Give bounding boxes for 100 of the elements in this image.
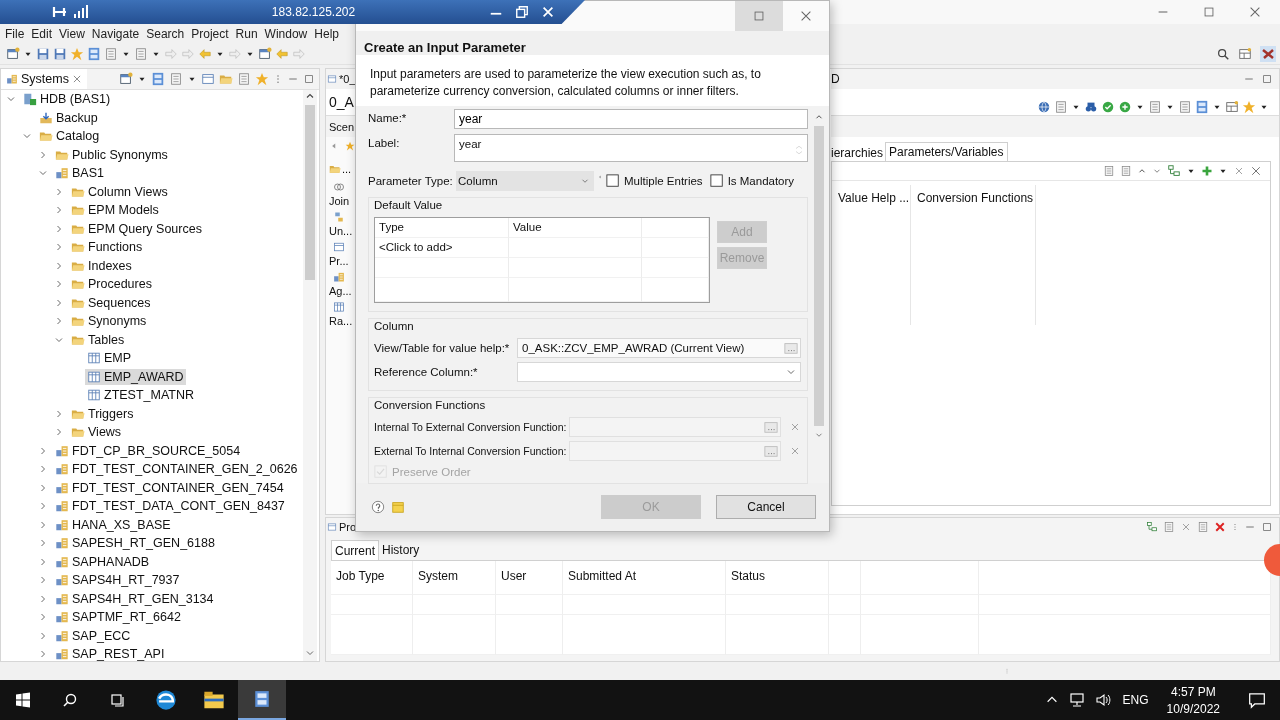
start-icon[interactable] [15, 692, 31, 708]
binoculars-icon[interactable] [1084, 100, 1098, 114]
tree-item[interactable]: EPM Query Sources [69, 220, 204, 237]
tree-item[interactable]: EPM Models [69, 202, 161, 219]
help-icon[interactable] [371, 500, 385, 514]
parameter-type-dropdown[interactable]: Column [456, 171, 594, 191]
palette-item[interactable]: Un... [329, 225, 353, 237]
clear-icon[interactable] [789, 445, 801, 457]
tree-item[interactable]: EMP_AWARD [85, 368, 186, 385]
column-header[interactable]: Conversion Functions [911, 185, 1036, 325]
tree-item[interactable]: FDT_CP_BR_SOURCE_5054 [53, 442, 243, 459]
menu-item[interactable]: File [5, 27, 25, 41]
tree-item[interactable]: SAPHANADB [53, 553, 152, 570]
checkbox[interactable] [606, 174, 620, 188]
tree-item[interactable]: Column Views [69, 183, 170, 200]
add-icon[interactable] [1201, 165, 1213, 177]
tree-item[interactable]: SAPS4H_RT_GEN_3134 [53, 590, 216, 607]
browser-icon[interactable] [155, 689, 177, 711]
tree-item[interactable]: SAP_ECC [53, 627, 133, 644]
task-view-icon[interactable] [110, 692, 126, 708]
tree-item[interactable]: FDT_TEST_CONTAINER_GEN_7454 [53, 479, 286, 496]
notifications-icon[interactable] [1248, 691, 1266, 709]
scenario-tab[interactable]: Scen [326, 115, 356, 137]
column-header[interactable]: Status [726, 561, 829, 595]
clear-icon[interactable] [789, 421, 801, 433]
tree-item[interactable]: Synonyms [69, 313, 149, 330]
palette-item[interactable]: Ag... [329, 285, 352, 297]
tree-item[interactable]: Functions [69, 239, 145, 256]
language-indicator[interactable]: ENG [1122, 693, 1149, 707]
close-icon[interactable] [1248, 5, 1262, 19]
network-icon[interactable] [1068, 692, 1085, 708]
check-icon[interactable] [1101, 100, 1115, 114]
column-header[interactable]: System [413, 561, 496, 595]
scroll-thumb[interactable] [305, 105, 315, 280]
column-header[interactable]: Job Type [331, 561, 413, 595]
join-icon[interactable] [333, 181, 345, 193]
menu-item[interactable]: Help [314, 27, 339, 41]
folder-icon[interactable] [203, 689, 225, 711]
tab[interactable]: History [379, 540, 423, 560]
scrollbar[interactable] [303, 90, 317, 661]
note-icon[interactable] [391, 500, 405, 514]
tree-item[interactable]: SAP_REST_API [53, 646, 167, 661]
maximize-icon[interactable] [303, 73, 315, 85]
palette-item[interactable]: Pr... [329, 255, 349, 267]
new-window-icon[interactable] [258, 47, 272, 61]
tree-item[interactable]: BAS1 [53, 165, 106, 182]
tree-item[interactable]: SAPESH_RT_GEN_6188 [53, 535, 217, 552]
maximize-icon[interactable] [1202, 5, 1216, 19]
close-icon[interactable] [71, 74, 82, 84]
tree-item[interactable]: Catalog [37, 128, 102, 145]
tree-item[interactable]: Views [69, 424, 124, 441]
tree-item[interactable]: SAPTMF_RT_6642 [53, 609, 183, 626]
tree-item[interactable]: HDB (BAS1) [21, 91, 113, 108]
view-tab[interactable]: Systems [1, 69, 87, 89]
maximize-icon[interactable] [1261, 73, 1273, 85]
tree-item[interactable]: Public Synonyms [53, 146, 170, 163]
remove-icon[interactable] [1180, 521, 1192, 533]
tree-item[interactable]: Indexes [69, 257, 134, 274]
search-icon[interactable] [1216, 47, 1230, 61]
tab[interactable]: Parameters/Variables [885, 142, 1008, 161]
cancel-job-icon[interactable] [1214, 521, 1226, 533]
tree-item[interactable]: Tables [69, 331, 127, 348]
column-header[interactable]: Submitted At [563, 561, 726, 595]
save-icon[interactable] [36, 47, 50, 61]
menu-item[interactable]: Run [235, 27, 258, 41]
palette-item[interactable]: Ra... [329, 315, 353, 327]
tab[interactable]: ierarchies [829, 145, 886, 161]
reference-column-dropdown[interactable] [517, 362, 801, 382]
tree-item[interactable]: HANA_XS_BASE [53, 516, 173, 533]
dialog-button[interactable]: Cancel [716, 495, 816, 519]
browse-icon[interactable] [783, 341, 799, 355]
tree-item[interactable]: FDT_TEST_CONTAINER_GEN_2_0626 [53, 461, 300, 478]
forward-arrow-icon[interactable] [181, 47, 195, 61]
scroll-thumb[interactable] [814, 126, 824, 426]
hierarchy-icon[interactable] [1167, 164, 1181, 178]
tab[interactable]: Current [331, 540, 379, 560]
menu-item[interactable]: Search [146, 27, 185, 41]
perspective-icon[interactable] [1238, 47, 1252, 61]
tree-item[interactable]: FDT_TEST_DATA_CONT_GEN_8437 [53, 498, 287, 515]
taskbar-app[interactable] [238, 680, 286, 720]
view-tab[interactable]: Pro [326, 521, 357, 533]
tree-item[interactable]: ZTEST_MATNR [85, 387, 197, 404]
maximize-icon[interactable] [1261, 521, 1273, 533]
globe-icon[interactable] [1037, 100, 1051, 114]
delete-icon[interactable] [1233, 165, 1245, 177]
tree-item[interactable]: SAPS4H_RT_7937 [53, 572, 182, 589]
clock-date[interactable]: 10/9/2022 [1166, 701, 1220, 716]
volume-icon[interactable] [1094, 692, 1111, 708]
value-help-field[interactable]: 0_ASK::ZCV_EMP_AWRAD (Current View) [517, 338, 801, 358]
tree-item[interactable]: Triggers [69, 405, 136, 422]
checkbox[interactable] [709, 174, 724, 188]
palette-item[interactable]: Join [329, 195, 350, 207]
star-icon[interactable] [70, 47, 84, 61]
close-icon[interactable] [1250, 165, 1262, 177]
menu-item[interactable]: Edit [31, 27, 53, 41]
column-header[interactable]: Value Help ... [832, 185, 911, 325]
view-menu-icon[interactable] [1231, 521, 1239, 533]
name-field[interactable]: year [454, 109, 808, 129]
document-icon[interactable] [1163, 521, 1175, 533]
search-icon[interactable] [62, 692, 78, 708]
